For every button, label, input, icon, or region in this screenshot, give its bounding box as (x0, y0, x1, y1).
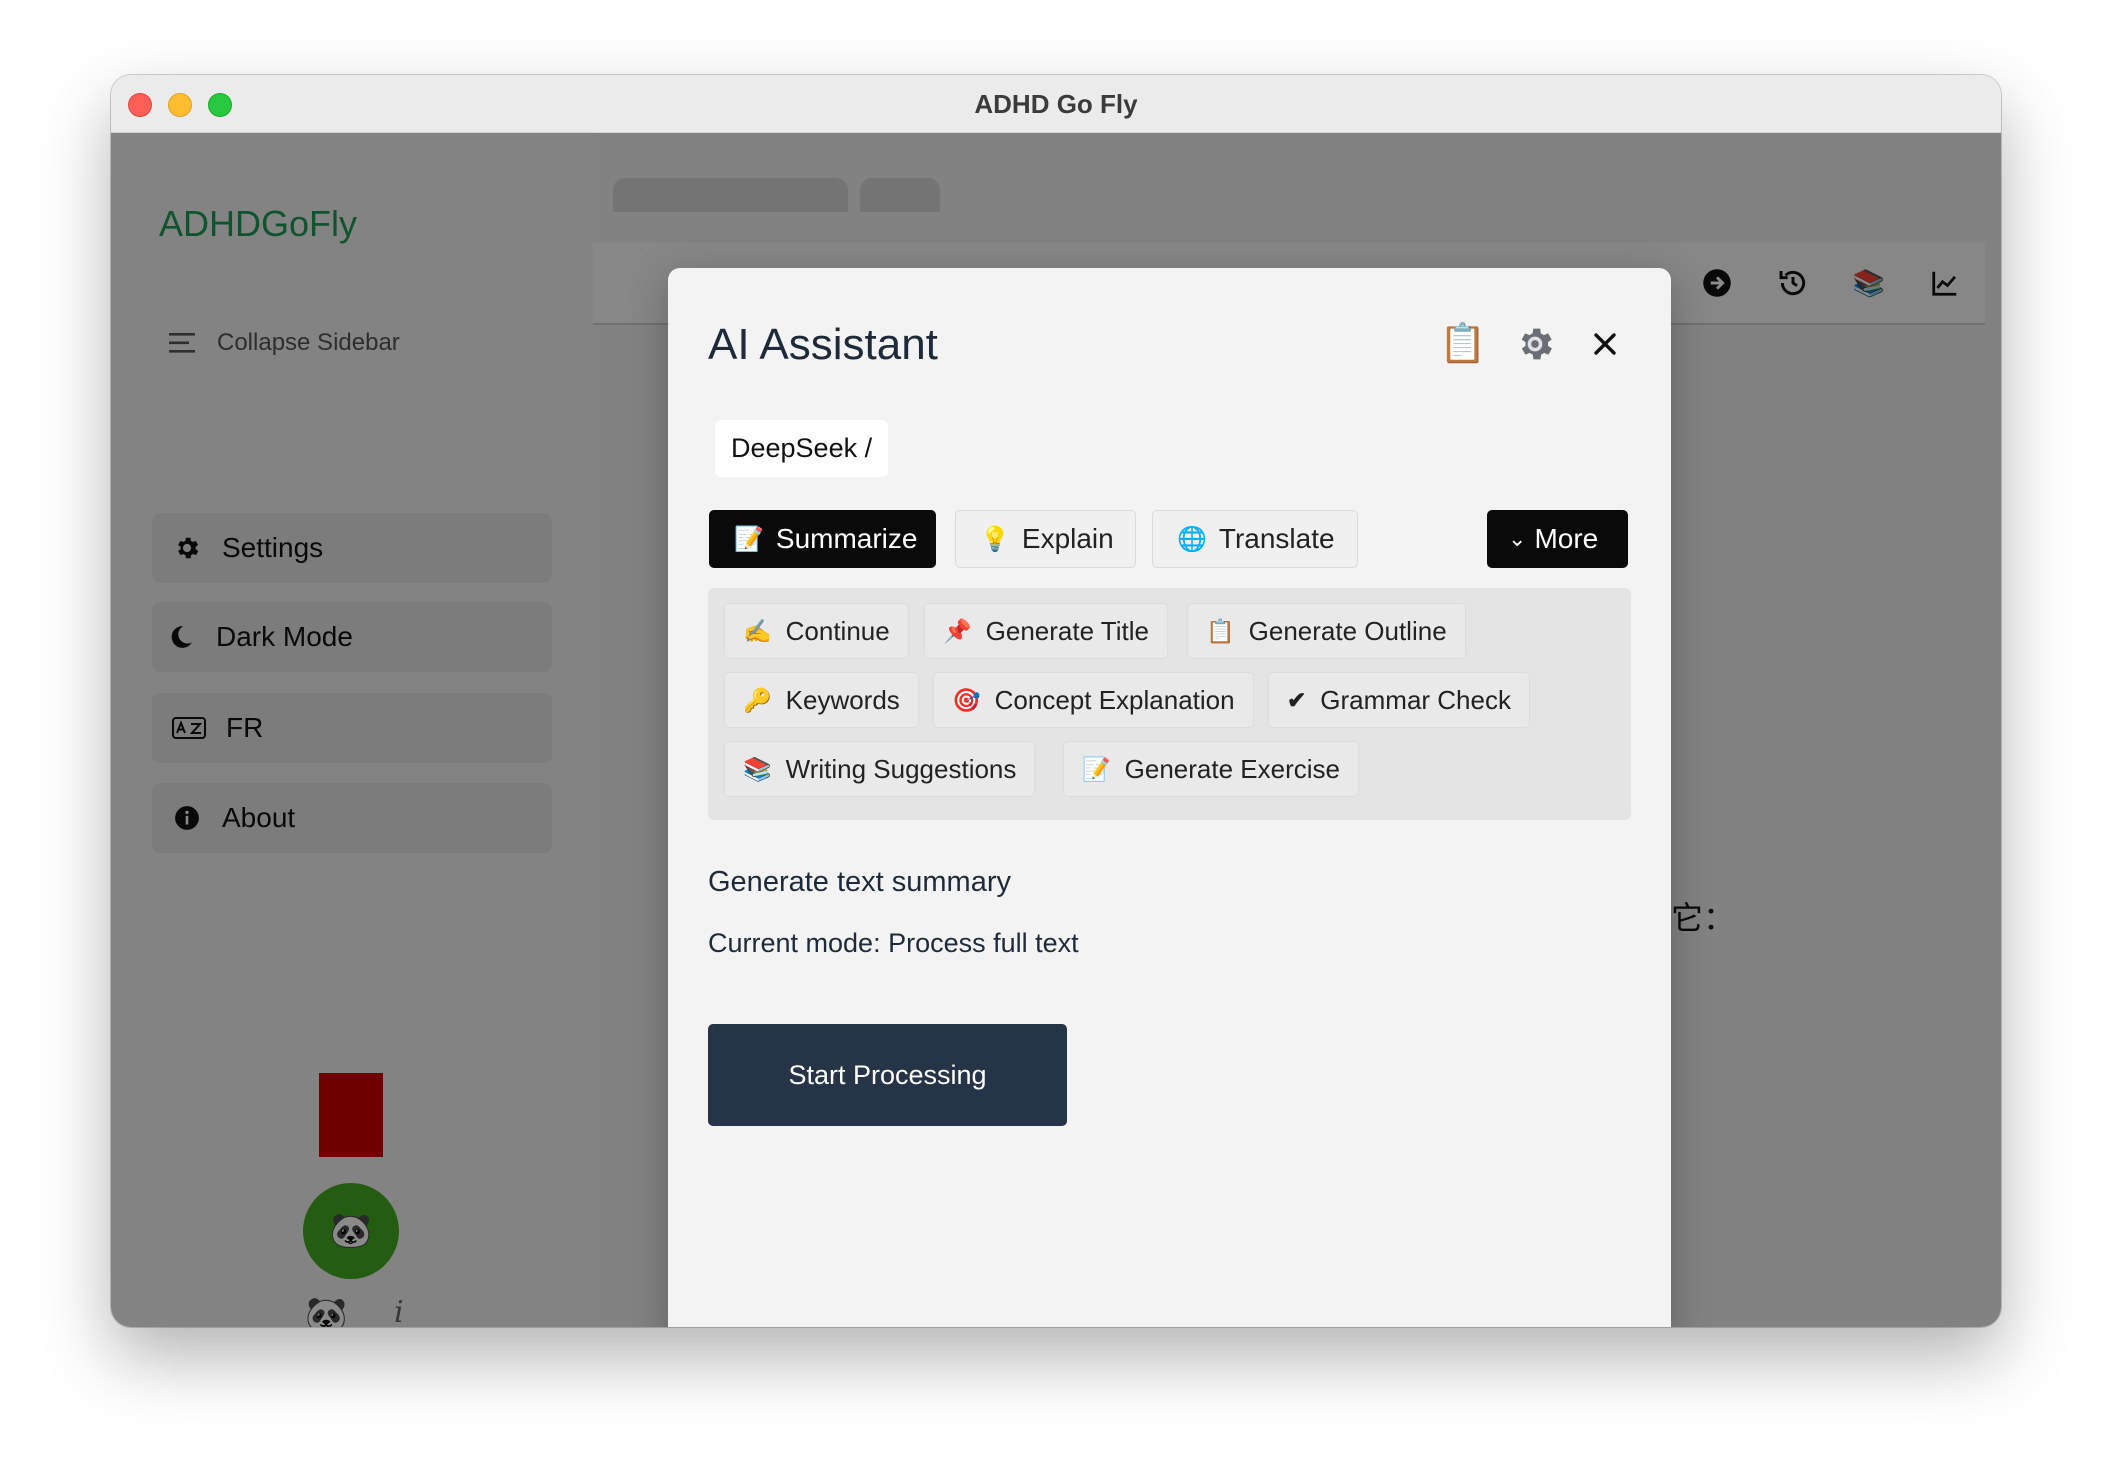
option-continue[interactable]: ✍️ Continue (724, 603, 909, 659)
option-label: Continue (785, 615, 890, 646)
option-writing-suggestions[interactable]: 📚 Writing Suggestions (724, 741, 1036, 797)
option-label: Generate Exercise (1124, 753, 1340, 784)
clipboard-icon[interactable]: 📋 (1439, 320, 1487, 368)
tab-explain[interactable]: 💡 Explain (955, 510, 1136, 568)
globe-icon: 🌐 (1177, 525, 1207, 553)
current-mode-text: Current mode: Process full text (708, 928, 1079, 958)
option-label: Writing Suggestions (785, 753, 1017, 784)
option-label: Concept Explanation (994, 684, 1235, 715)
pushpin-icon: 📌 (943, 617, 972, 644)
close-icon[interactable] (1581, 320, 1629, 368)
chevron-down-icon: ⌄ (1508, 526, 1527, 551)
option-label: Keywords (785, 684, 900, 715)
option-keywords[interactable]: 🔑 Keywords (724, 672, 919, 728)
app-window: ADHD Go Fly ADHDGoFly Collapse Sidebar S… (111, 75, 2001, 1327)
more-label: More (1534, 523, 1599, 554)
dialog-title: AI Assistant (708, 320, 938, 369)
more-options-panel: ✍️ Continue 📌 Generate Title 📋 Generate … (708, 588, 1631, 820)
option-generate-exercise[interactable]: 📝 Generate Exercise (1063, 741, 1359, 797)
model-selector[interactable]: DeepSeek / (715, 420, 889, 477)
key-icon: 🔑 (743, 686, 772, 713)
target-icon: 🎯 (952, 686, 981, 713)
books-icon: 📚 (743, 755, 772, 782)
memo-icon: 📝 (734, 525, 764, 553)
tab-label: Explain (1021, 523, 1114, 554)
window-title: ADHD Go Fly (974, 89, 1138, 119)
tab-translate[interactable]: 🌐 Translate (1152, 510, 1358, 568)
title-bar: ADHD Go Fly (111, 75, 2001, 133)
option-label: Generate Outline (1248, 615, 1447, 646)
writing-hand-icon: ✍️ (743, 617, 772, 644)
option-grammar-check[interactable]: ✔ Grammar Check (1268, 672, 1530, 728)
more-dropdown-button[interactable]: ⌄ More (1487, 510, 1628, 568)
memo-icon: 📝 (1082, 755, 1111, 782)
tab-label: Translate (1218, 523, 1335, 554)
tab-summarize[interactable]: 📝 Summarize (709, 510, 936, 568)
lightbulb-icon: 💡 (980, 525, 1010, 553)
tab-label: Summarize (775, 523, 918, 554)
start-processing-button[interactable]: Start Processing (708, 1024, 1067, 1126)
option-concept-explanation[interactable]: 🎯 Concept Explanation (933, 672, 1254, 728)
option-generate-title[interactable]: 📌 Generate Title (924, 603, 1168, 659)
action-description: Generate text summary (708, 866, 1011, 898)
ai-assistant-dialog: AI Assistant 📋 DeepSeek / 📝 Summarize 💡 … (668, 268, 1671, 1327)
option-label: Generate Title (985, 615, 1149, 646)
checkmark-icon: ✔ (1287, 686, 1307, 713)
option-label: Grammar Check (1320, 684, 1511, 715)
option-generate-outline[interactable]: 📋 Generate Outline (1187, 603, 1466, 659)
clipboard-icon: 📋 (1206, 617, 1235, 644)
gear-icon[interactable] (1511, 320, 1559, 368)
